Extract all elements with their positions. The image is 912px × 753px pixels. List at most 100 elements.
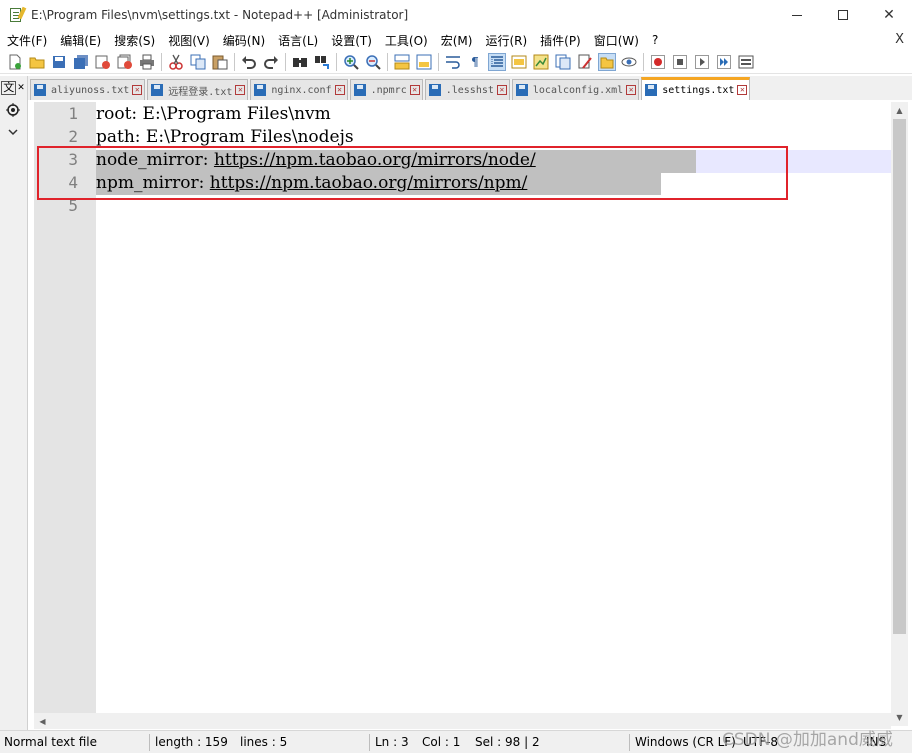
maximize-button[interactable] (820, 0, 866, 30)
tab-npmrc[interactable]: .npmrc ✕ (349, 79, 423, 100)
save-icon[interactable] (50, 53, 68, 71)
tab-close-icon[interactable]: ✕ (132, 85, 143, 95)
status-length: length : 159 (155, 735, 228, 749)
find-icon[interactable] (291, 53, 309, 71)
menu-tools[interactable]: 工具(O) (378, 32, 434, 49)
menu-settings[interactable]: 设置(T) (324, 32, 378, 49)
tab-label: localconfig.xml (532, 84, 624, 96)
sync-horizontal-icon[interactable] (415, 53, 433, 71)
copy-icon[interactable] (189, 53, 207, 71)
paste-icon[interactable] (211, 53, 229, 71)
menu-search[interactable]: 搜索(S) (107, 32, 161, 49)
doc-map-icon[interactable] (532, 53, 550, 71)
record-macro-icon[interactable] (649, 53, 667, 71)
save-macro-icon[interactable] (737, 53, 755, 71)
line-number: 2 (68, 127, 78, 146)
tab-lesshst[interactable]: .lesshst ✕ (424, 79, 510, 100)
menu-edit[interactable]: 编辑(E) (53, 32, 107, 49)
scroll-down-icon[interactable]: ▼ (891, 709, 908, 726)
tab-label: nginx.conf (271, 84, 332, 96)
status-line: Ln : 3 (375, 735, 409, 749)
tab-label: aliyunoss.txt (51, 84, 130, 96)
menu-plugins[interactable]: 插件(P) (533, 32, 587, 49)
close-icon[interactable] (94, 53, 112, 71)
open-file-icon[interactable] (28, 53, 46, 71)
indent-guide-icon[interactable] (488, 52, 506, 71)
eye-icon[interactable] (620, 53, 638, 71)
file-saved-icon (645, 84, 658, 96)
save-all-icon[interactable] (72, 53, 90, 71)
file-saved-icon (353, 84, 366, 96)
undo-icon[interactable] (240, 53, 258, 71)
vertical-scrollbar[interactable]: ▲ ▼ (891, 102, 908, 726)
tab-settings[interactable]: settings.txt ✕ (641, 77, 751, 100)
panel-close-icon[interactable]: ✕ (17, 83, 25, 93)
function-list-icon[interactable] (554, 53, 572, 71)
menu-file[interactable]: 文件(F) (0, 32, 53, 49)
folder-as-workspace-icon[interactable] (576, 53, 594, 71)
show-all-chars-icon[interactable]: ¶ (466, 53, 484, 71)
tab-label: .lesshst (445, 84, 494, 96)
run-macro-multiple-icon[interactable] (715, 53, 733, 71)
close-window-button[interactable]: ✕ (866, 0, 912, 30)
tab-nginx-conf[interactable]: nginx.conf ✕ (250, 79, 348, 100)
close-document-button[interactable]: X (895, 32, 904, 47)
toolbar-separator (387, 52, 388, 71)
zoom-in-icon[interactable] (342, 53, 360, 71)
status-lines: lines : 5 (240, 735, 288, 749)
playback-macro-icon[interactable] (693, 53, 711, 71)
tab-label: settings.txt (662, 84, 735, 96)
tab-remote-login[interactable]: 远程登录.txt ✕ (147, 79, 249, 100)
new-file-icon[interactable] (6, 53, 24, 71)
menu-macro[interactable]: 宏(M) (434, 32, 479, 49)
tab-localconfig[interactable]: localconfig.xml ✕ (511, 79, 640, 100)
tab-close-icon[interactable]: ✕ (334, 85, 345, 95)
menu-run[interactable]: 运行(R) (478, 32, 533, 49)
locate-icon[interactable] (2, 100, 24, 120)
file-saved-icon (428, 84, 441, 96)
status-eol[interactable]: Windows (CR LF) (635, 735, 736, 749)
status-divider (369, 734, 370, 751)
tab-close-icon[interactable]: ✕ (496, 85, 507, 95)
side-panel-tab[interactable]: 文 ✕ (1, 78, 25, 98)
tab-close-icon[interactable]: ✕ (737, 85, 748, 95)
toolbar-separator (234, 52, 235, 71)
scroll-up-icon[interactable]: ▲ (891, 102, 908, 119)
tab-bar: aliyunoss.txt ✕ 远程登录.txt ✕ nginx.conf ✕ .np… (28, 76, 912, 100)
print-icon[interactable] (138, 53, 156, 71)
udl-icon[interactable] (510, 53, 528, 71)
menu-view[interactable]: 视图(V) (161, 32, 216, 49)
title-bar: E:\Program Files\nvm\settings.txt - Note… (0, 0, 912, 30)
code-line[interactable]: root: E:\Program Files\nvm (96, 103, 331, 126)
monitoring-icon[interactable] (598, 52, 616, 71)
panel-label: 文 (1, 81, 17, 95)
replace-icon[interactable] (313, 53, 331, 71)
toolbar-separator (438, 52, 439, 71)
zoom-out-icon[interactable] (364, 53, 382, 71)
menu-language[interactable]: 语言(L) (271, 32, 324, 49)
tab-aliyunoss[interactable]: aliyunoss.txt ✕ (30, 79, 146, 100)
minimize-button[interactable] (774, 0, 820, 30)
toolbar: ¶ (0, 50, 912, 74)
toolbar-separator (643, 52, 644, 71)
word-wrap-icon[interactable] (444, 53, 462, 71)
scrollbar-thumb[interactable] (893, 119, 906, 634)
window-title: E:\Program Files\nvm\settings.txt - Note… (31, 8, 409, 22)
scroll-left-icon[interactable]: ◀ (34, 713, 51, 729)
tab-close-icon[interactable]: ✕ (626, 85, 637, 95)
code-text: root: E:\Program Files\nvm (96, 104, 331, 124)
tab-close-icon[interactable]: ✕ (235, 85, 246, 95)
stop-record-icon[interactable] (671, 53, 689, 71)
sync-vertical-icon[interactable] (393, 53, 411, 71)
menu-bar: 文件(F) 编辑(E) 搜索(S) 视图(V) 编码(N) 语言(L) 设置(T… (0, 30, 912, 50)
menu-window[interactable]: 窗口(W) (587, 32, 645, 49)
menu-encoding[interactable]: 编码(N) (216, 32, 271, 49)
cut-icon[interactable] (167, 53, 185, 71)
close-all-icon[interactable] (116, 53, 134, 71)
menu-help[interactable]: ? (645, 33, 664, 47)
tab-close-icon[interactable]: ✕ (409, 85, 420, 95)
toolbar-separator (285, 52, 286, 71)
minimize-icon (792, 14, 802, 16)
redo-icon[interactable] (262, 53, 280, 71)
chevron-down-icon[interactable] (2, 122, 24, 142)
